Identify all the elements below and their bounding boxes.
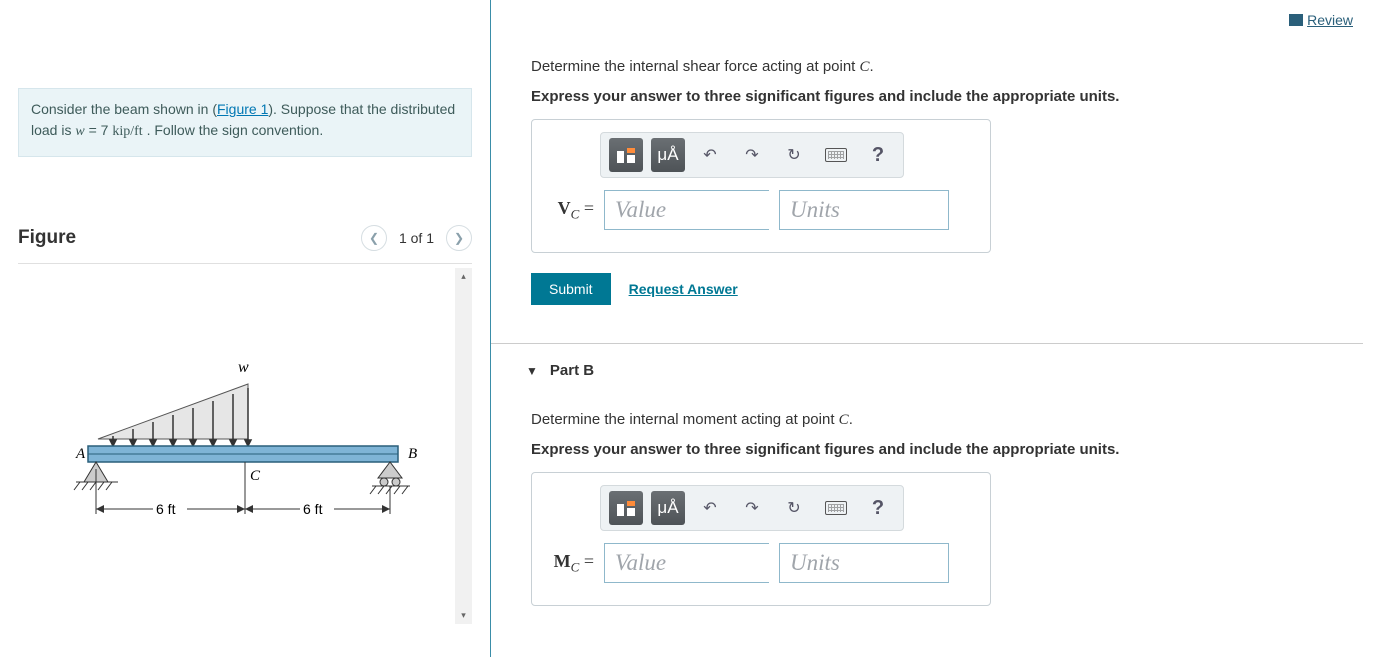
partB-header[interactable]: ▼ Part B xyxy=(526,344,1363,389)
partA-variable-label: VC = xyxy=(550,198,594,223)
partB-title: Part B xyxy=(550,362,594,379)
collapse-caret-icon: ▼ xyxy=(526,364,538,378)
figure-next-button[interactable]: ❯ xyxy=(446,225,472,251)
templates-icon xyxy=(617,148,635,163)
templates-button[interactable] xyxy=(609,491,643,525)
partA-toolbar: μÅ ↶ ↷ ↻ ? xyxy=(600,132,904,178)
partB-prompt: Determine the internal moment acting at … xyxy=(531,409,1363,431)
partA-value-input[interactable]: Value xyxy=(604,190,769,230)
point-C-label: C xyxy=(250,468,261,484)
right-panel: Determine the internal shear force actin… xyxy=(491,0,1373,657)
figure-prev-button[interactable]: ❮ xyxy=(361,225,387,251)
reset-button[interactable]: ↻ xyxy=(777,491,811,525)
figure-title: Figure xyxy=(18,227,76,249)
help-button[interactable]: ? xyxy=(861,138,895,172)
partA-prompt: Determine the internal shear force actin… xyxy=(531,56,1363,78)
figure-nav: ❮ 1 of 1 ❯ xyxy=(361,225,472,251)
partA-units-input[interactable]: Units xyxy=(779,190,949,230)
keyboard-icon xyxy=(825,148,847,162)
redo-button[interactable]: ↷ xyxy=(735,491,769,525)
undo-button[interactable]: ↶ xyxy=(693,138,727,172)
units-picker-button[interactable]: μÅ xyxy=(651,138,685,172)
templates-button[interactable] xyxy=(609,138,643,172)
keyboard-button[interactable] xyxy=(819,491,853,525)
partA-request-answer-link[interactable]: Request Answer xyxy=(629,281,738,297)
keyboard-button[interactable] xyxy=(819,138,853,172)
partB-units-input[interactable]: Units xyxy=(779,543,949,583)
undo-button[interactable]: ↶ xyxy=(693,491,727,525)
keyboard-icon xyxy=(825,501,847,515)
scroll-up-button[interactable]: ▴ xyxy=(455,268,472,285)
left-panel: Consider the beam shown in (Figure 1). S… xyxy=(0,0,490,657)
dim-right: 6 ft xyxy=(303,501,323,517)
reset-button[interactable]: ↻ xyxy=(777,138,811,172)
figure-area: ▴ ▾ w xyxy=(18,264,472,624)
beam-diagram: w xyxy=(48,354,438,584)
partB-toolbar: μÅ ↶ ↷ ↻ ? xyxy=(600,485,904,531)
units-picker-button[interactable]: μÅ xyxy=(651,491,685,525)
partB-subprompt: Express your answer to three significant… xyxy=(531,441,1363,458)
figure-counter: 1 of 1 xyxy=(399,230,434,246)
redo-button[interactable]: ↷ xyxy=(735,138,769,172)
partB-value-input[interactable]: Value xyxy=(604,543,769,583)
templates-icon xyxy=(617,501,635,516)
partA-subprompt: Express your answer to three significant… xyxy=(531,88,1363,105)
figure-link[interactable]: Figure 1 xyxy=(217,101,268,117)
point-B-label: B xyxy=(408,446,417,462)
partA-submit-button[interactable]: Submit xyxy=(531,273,611,305)
scroll-down-button[interactable]: ▾ xyxy=(455,607,472,624)
problem-statement: Consider the beam shown in (Figure 1). S… xyxy=(18,88,472,157)
partB-variable-label: MC = xyxy=(550,551,594,576)
partB-answer-box: μÅ ↶ ↷ ↻ ? MC = Value Units xyxy=(531,472,991,606)
figure-scrollbar[interactable]: ▴ ▾ xyxy=(455,268,472,624)
point-A-label: A xyxy=(75,446,86,462)
partA-answer-box: μÅ ↶ ↷ ↻ ? VC = Value Units xyxy=(531,119,991,253)
dim-left: 6 ft xyxy=(156,501,176,517)
help-button[interactable]: ? xyxy=(861,491,895,525)
load-label: w xyxy=(238,359,249,376)
